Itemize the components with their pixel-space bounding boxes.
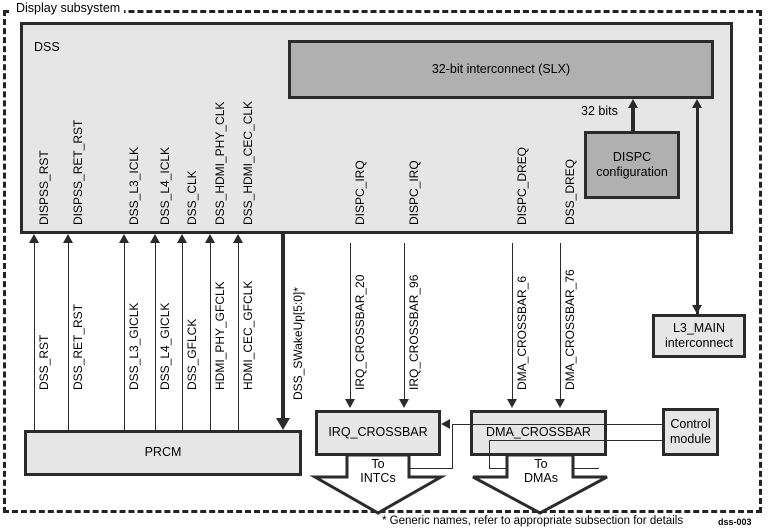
external-label-irq-crossbar-20: IRQ_CROSSBAR_20 [353, 274, 367, 390]
control-to-dma-hline [489, 440, 662, 441]
l3-main-line1: L3_MAIN [672, 320, 726, 335]
to-intcs-line1: To [371, 457, 385, 471]
prcm-line-dss-l3-giclk [124, 243, 125, 430]
prcm-line-hdmi-cec-gfclk [238, 243, 239, 430]
dss-port-label-dss-l3-iclk: DSS_L3_ICLK [127, 146, 141, 225]
dss-port-label-dss-l4-iclk: DSS_L4_ICLK [158, 146, 172, 225]
external-label-dss-l3-giclk: DSS_L3_GICLK [127, 302, 141, 390]
dma-arrowhead-76 [555, 399, 565, 408]
dss-swakeup-arrowhead [276, 418, 290, 430]
l3main-to-slx-arrowhead [692, 99, 702, 108]
external-label-dss-ret-rst: DSS_RET_RST [71, 303, 85, 390]
dss-swakeup-line [281, 231, 285, 423]
l3-main-interconnect-block: L3_MAIN interconnect [652, 314, 746, 358]
irq-arrowhead-20 [345, 399, 355, 408]
to-intcs-line2: INTCs [360, 471, 396, 485]
external-label-dss-swakeup: DSS_SWakeUp[5:0]* [291, 287, 305, 400]
dss-port-label-dispss-rst: DISPSS_RST [37, 150, 51, 225]
to-dmas-line1: To [534, 457, 548, 471]
prcm-line-hdmi-phy-gfclk [210, 243, 211, 430]
to-dmas-label: To DMAs [503, 457, 579, 485]
prcm-line-dss-gflck [182, 243, 183, 430]
external-label-dma-crossbar-6: DMA_CROSSBAR_6 [515, 275, 529, 390]
dma-line-6 [512, 243, 513, 399]
external-label-dss-l4-giclk: DSS_L4_GICLK [158, 302, 172, 390]
irq-line-96 [404, 243, 405, 399]
slx-to-l3main-arrowhead [692, 305, 702, 314]
irq-line-20 [350, 243, 351, 399]
control-to-irq-vline [452, 424, 453, 468]
display-subsystem-title: Display subsystem [12, 1, 125, 15]
figure-id-label: dss-003 [718, 517, 752, 527]
dss-in-arrow-dss-hdmi-phy-clk [205, 234, 215, 243]
control-module-block: Control module [662, 408, 719, 456]
to-intcs-label: To INTCs [342, 457, 414, 485]
bus-width-label: 32 bits [581, 104, 618, 118]
external-label-dss-rst: DSS_RST [37, 334, 51, 390]
irq-crossbar-block: IRQ_CROSSBAR [315, 410, 441, 456]
control-to-irq-hline [452, 424, 662, 425]
dss-port-label-dispc-irq-1: DISPC_IRQ [353, 160, 367, 225]
l3-main-line2: interconnect [664, 336, 734, 350]
dss-in-arrow-dispss-ret-rst [63, 234, 73, 243]
dss-port-label-dss-hdmi-cec-clk: DSS_HDMI_CEC_CLK [241, 100, 255, 225]
control-to-irq-arrowhead [441, 419, 450, 429]
dss-port-label-dss-clk: DSS_CLK [185, 170, 199, 225]
dss-label: DSS [34, 40, 60, 54]
prcm-line-dss-l4-giclk [155, 243, 156, 430]
control-module-line2: module [670, 432, 711, 446]
dispc-configuration-block: DISPC configuration [584, 131, 680, 199]
dss-in-arrow-dispss-rst [29, 234, 39, 243]
dss-in-arrow-dss-clk [177, 234, 187, 243]
external-label-dss-gflck: DSS_GFLCK [185, 318, 199, 390]
dispc-configuration-line1: DISPC [612, 149, 652, 164]
dma-crossbar-block: DMA_CROSSBAR [470, 410, 607, 456]
slx-interconnect-block: 32-bit interconnect (SLX) [288, 40, 714, 99]
diagram-canvas: Display subsystem DSS 32-bit interconnec… [0, 0, 782, 530]
external-label-irq-crossbar-96: IRQ_CROSSBAR_96 [407, 274, 421, 390]
footnote-text: * Generic names, refer to appropriate su… [382, 515, 684, 527]
prcm-line-dss-ret-rst [68, 243, 69, 430]
prcm-line-dss-rst [34, 243, 35, 430]
to-dmas-line2: DMAs [523, 471, 559, 485]
dss-port-label-dispc-dreq: DISPC_DREQ [515, 146, 529, 225]
dss-port-label-dss-dreq: DSS_DREQ [563, 158, 577, 225]
external-label-dma-crossbar-76: DMA_CROSSBAR_76 [563, 269, 577, 390]
dss-port-label-dispss-ret-rst: DISPSS_RET_RST [71, 119, 85, 225]
dss-in-arrow-dss-l3-iclk [119, 234, 129, 243]
external-label-hdmi-phy-gfclk: HDMI_PHY_GFCLK [213, 281, 227, 390]
dispc-to-slx-arrowhead [628, 99, 638, 108]
dss-in-arrow-dss-hdmi-cec-clk [233, 234, 243, 243]
dma-arrowhead-6 [507, 399, 517, 408]
dss-in-arrow-dss-l4-iclk [150, 234, 160, 243]
l3main-to-slx-line [696, 108, 699, 314]
dispc-configuration-line2: configuration [596, 165, 668, 179]
prcm-block: PRCM [24, 430, 302, 476]
dss-port-label-dss-hdmi-phy-clk: DSS_HDMI_PHY_CLK [213, 101, 227, 225]
dispc-to-slx-line [631, 108, 635, 132]
control-module-line1: Control [670, 416, 711, 431]
irq-arrowhead-96 [399, 399, 409, 408]
dss-port-label-dispc-irq-2: DISPC_IRQ [407, 160, 421, 225]
dma-line-76 [560, 243, 561, 399]
external-label-hdmi-cec-gfclk: HDMI_CEC_GFCLK [241, 280, 255, 390]
